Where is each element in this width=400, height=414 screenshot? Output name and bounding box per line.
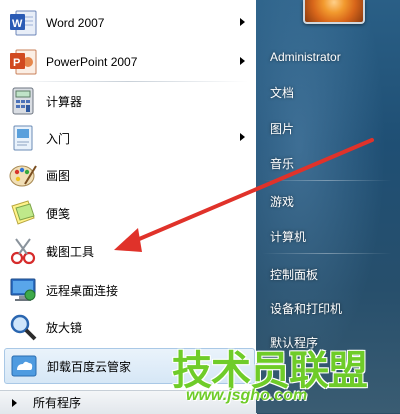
right-item-devices-printers[interactable]: 设备和打印机	[270, 300, 342, 317]
program-label: 放大镜	[46, 320, 83, 335]
getting-started-icon	[8, 123, 38, 153]
separator	[262, 180, 392, 181]
program-label: 卸载百度云管家	[47, 359, 132, 374]
calculator-icon	[8, 86, 38, 116]
word-icon: W	[8, 8, 38, 38]
program-sticky-notes[interactable]: 便笺	[4, 195, 253, 231]
user-picture-avatar[interactable]	[303, 0, 365, 24]
program-powerpoint-2007[interactable]: P PowerPoint 2007	[4, 44, 253, 80]
program-paint[interactable]: 画图	[4, 157, 253, 193]
remote-desktop-icon	[8, 275, 38, 305]
right-item-administrator[interactable]: Administrator	[270, 50, 341, 64]
sticky-notes-icon	[8, 198, 38, 228]
powerpoint-icon: P	[8, 47, 38, 77]
separator	[262, 253, 392, 254]
right-item-documents[interactable]: 文档	[270, 84, 294, 101]
snipping-tool-icon	[8, 236, 38, 266]
program-label: 计算器	[46, 94, 83, 109]
right-item-control-panel[interactable]: 控制面板	[270, 266, 318, 283]
submenu-arrow-icon	[240, 57, 245, 65]
program-label: 入门	[46, 131, 71, 146]
program-label: 画图	[46, 168, 71, 183]
program-remote-desktop[interactable]: 远程桌面连接	[4, 272, 253, 308]
svg-text:P: P	[13, 57, 20, 69]
right-item-games[interactable]: 游戏	[270, 193, 294, 210]
right-item-music[interactable]: 音乐	[270, 155, 294, 172]
baidu-cloud-icon	[9, 351, 39, 381]
program-snipping-tool[interactable]: 截图工具	[4, 233, 253, 269]
program-label: PowerPoint 2007	[46, 55, 138, 69]
program-getting-started[interactable]: 入门	[4, 120, 253, 156]
program-label: Word 2007	[46, 16, 105, 30]
divider	[8, 81, 248, 82]
submenu-arrow-icon	[240, 133, 245, 141]
program-label: 远程桌面连接	[46, 283, 119, 298]
program-calculator[interactable]: 计算器	[4, 83, 253, 119]
all-programs-label: 所有程序	[33, 396, 82, 410]
expand-arrow-icon	[12, 398, 17, 407]
watermark-url: www.jsgho.com	[186, 387, 308, 404]
program-label: 截图工具	[46, 244, 95, 259]
paint-icon	[8, 160, 38, 190]
magnifier-icon	[8, 312, 38, 342]
right-item-computer[interactable]: 计算机	[270, 228, 306, 245]
program-word-2007[interactable]: W Word 2007	[4, 5, 253, 41]
program-label: 便笺	[46, 206, 71, 221]
svg-text:W: W	[12, 18, 23, 30]
right-item-pictures[interactable]: 图片	[270, 120, 294, 137]
submenu-arrow-icon	[240, 18, 245, 26]
